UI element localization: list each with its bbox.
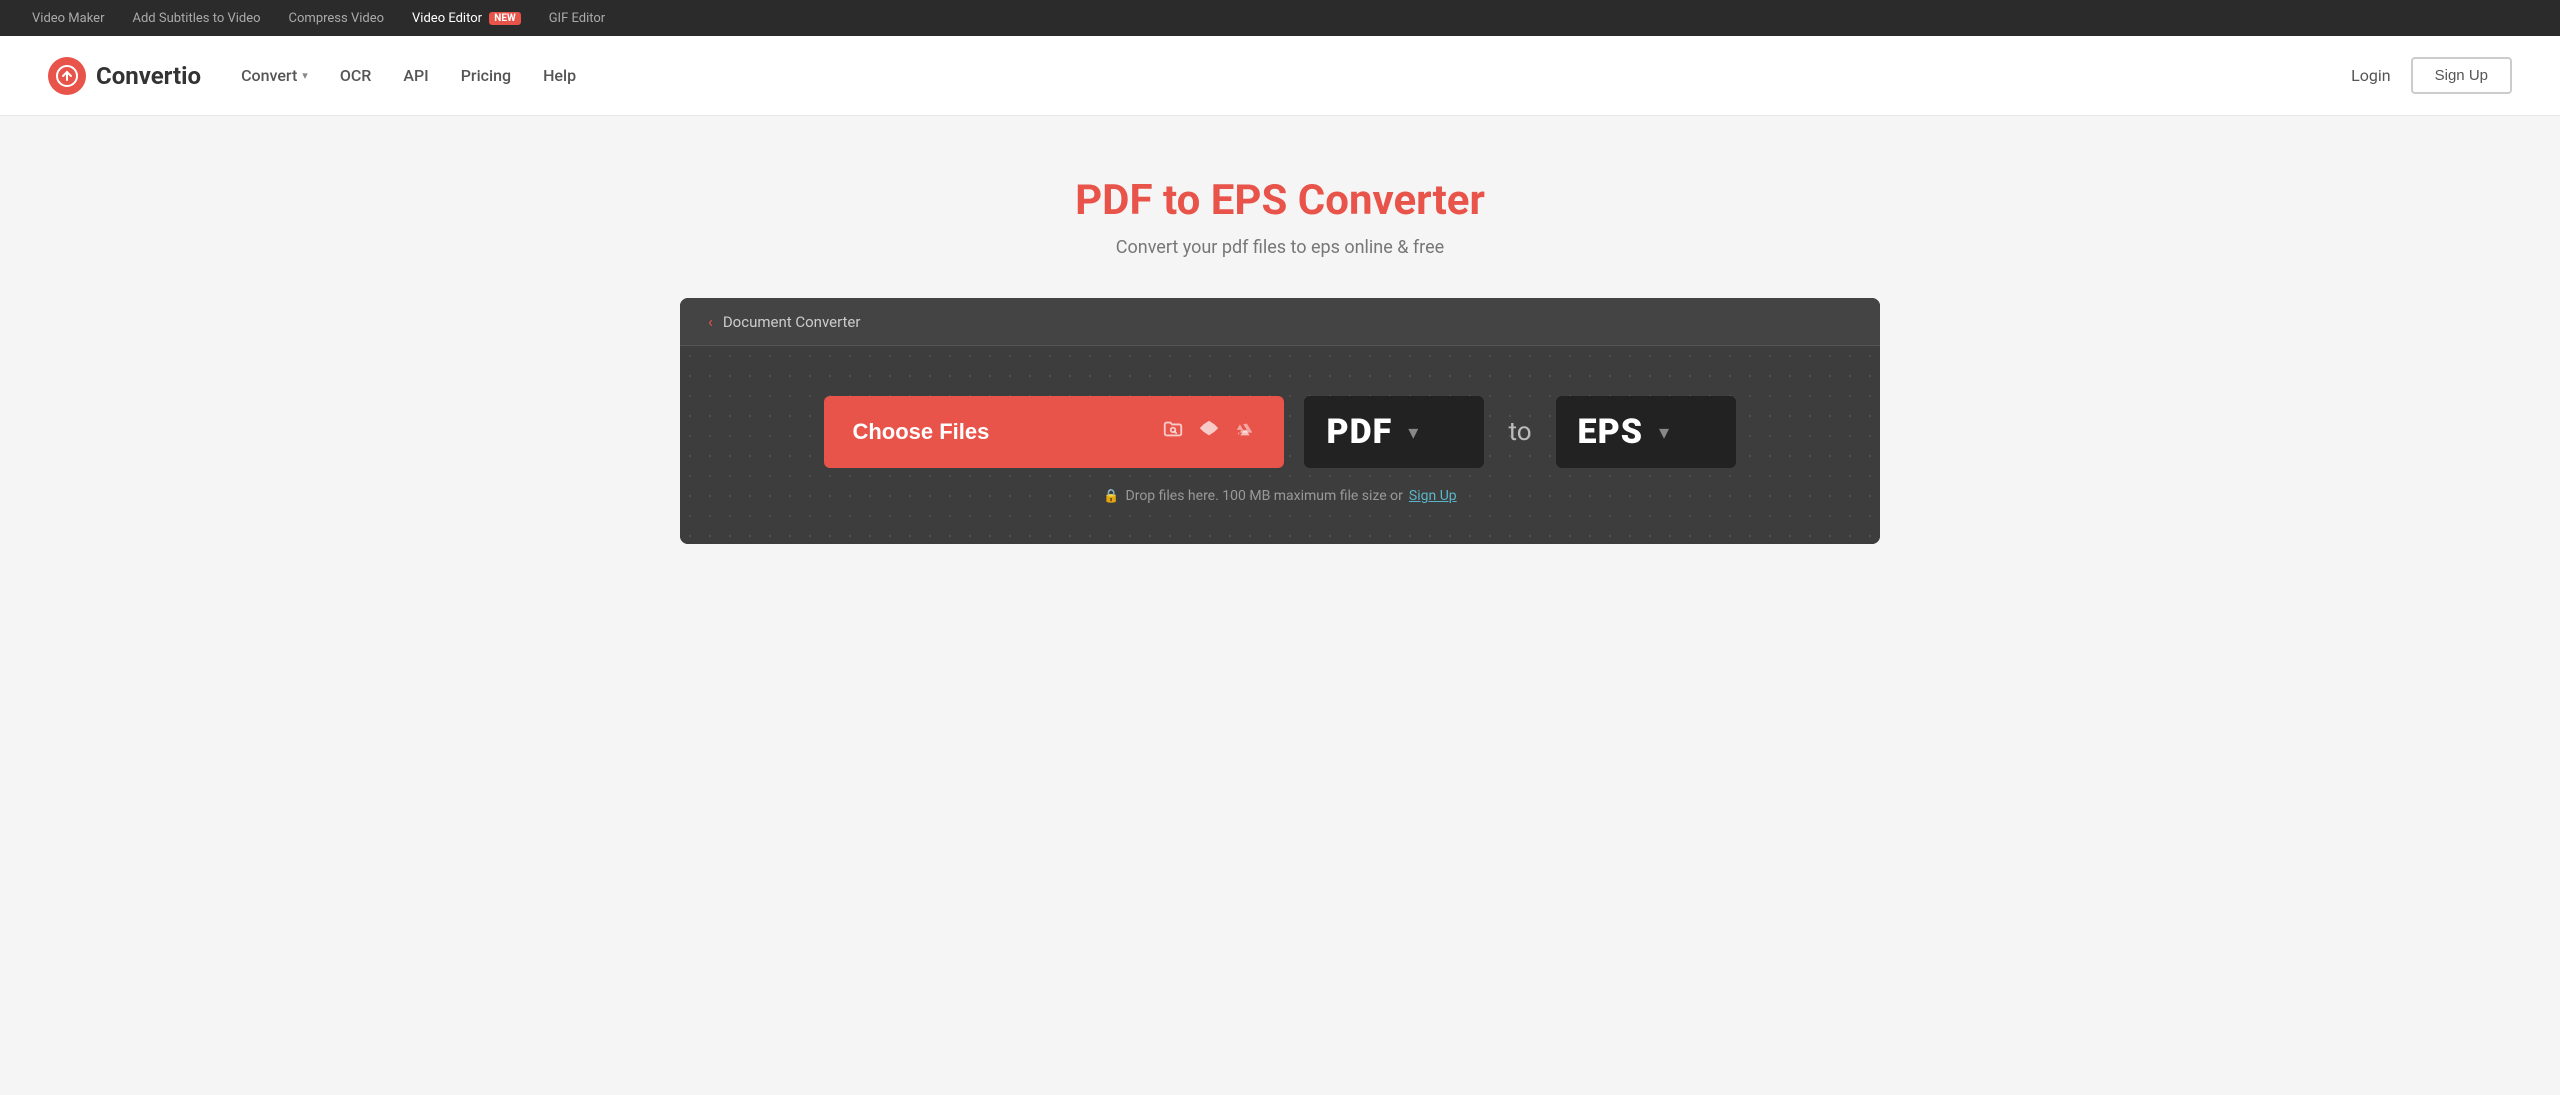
lock-icon: 🔒 bbox=[1103, 489, 1119, 504]
signup-link[interactable]: Sign Up bbox=[1409, 488, 1457, 504]
topbar-compress-video[interactable]: Compress Video bbox=[289, 11, 384, 26]
converter-box: ‹ Document Converter Choose Files bbox=[680, 298, 1880, 544]
topbar-add-subtitles[interactable]: Add Subtitles to Video bbox=[132, 11, 260, 26]
choose-files-label: Choose Files bbox=[852, 419, 989, 445]
chevron-left-icon: ‹ bbox=[708, 312, 713, 331]
from-format-label: PDF bbox=[1326, 412, 1392, 452]
logo-icon bbox=[48, 57, 86, 95]
new-badge: NEW bbox=[489, 12, 520, 25]
converter-controls: Choose Files bbox=[720, 396, 1840, 468]
to-label: to bbox=[1508, 417, 1531, 447]
nav-help[interactable]: Help bbox=[543, 66, 576, 85]
to-format-selector[interactable]: EPS ▾ bbox=[1556, 396, 1736, 468]
nav-ocr[interactable]: OCR bbox=[340, 66, 372, 85]
choose-files-button[interactable]: Choose Files bbox=[824, 396, 1284, 468]
topbar: Video Maker Add Subtitles to Video Compr… bbox=[0, 0, 2560, 36]
page-title: PDF to EPS Converter bbox=[20, 176, 2540, 225]
nav-convert[interactable]: Convert ▾ bbox=[241, 66, 308, 85]
nav-api[interactable]: API bbox=[403, 66, 428, 85]
googledrive-icon bbox=[1234, 418, 1256, 446]
topbar-video-maker[interactable]: Video Maker bbox=[32, 11, 104, 26]
dropbox-icon bbox=[1198, 418, 1220, 446]
convert-chevron-icon: ▾ bbox=[302, 69, 308, 82]
btn-icons bbox=[1162, 418, 1256, 446]
converter-header-label: Document Converter bbox=[723, 313, 861, 331]
nav-pricing[interactable]: Pricing bbox=[461, 66, 511, 85]
from-format-selector[interactable]: PDF ▾ bbox=[1304, 396, 1484, 468]
nav-links: Convert ▾ OCR API Pricing Help bbox=[241, 66, 576, 85]
hero-subtitle: Convert your pdf files to eps online & f… bbox=[20, 237, 2540, 258]
to-format-label: EPS bbox=[1578, 412, 1643, 452]
converter-wrapper: ‹ Document Converter Choose Files bbox=[0, 298, 2560, 604]
from-format-chevron-icon: ▾ bbox=[1408, 420, 1418, 444]
hero-section: PDF to EPS Converter Convert your pdf fi… bbox=[0, 116, 2560, 298]
navbar: Convertio Convert ▾ OCR API Pricing Help… bbox=[0, 36, 2560, 116]
signup-button[interactable]: Sign Up bbox=[2411, 57, 2512, 94]
converter-header: ‹ Document Converter bbox=[680, 298, 1880, 346]
logo[interactable]: Convertio bbox=[48, 57, 201, 95]
login-link[interactable]: Login bbox=[2351, 66, 2390, 85]
topbar-video-editor[interactable]: Video Editor NEW bbox=[412, 11, 521, 26]
topbar-gif-editor[interactable]: GIF Editor bbox=[549, 11, 606, 26]
navbar-right: Login Sign Up bbox=[2351, 57, 2512, 94]
to-format-chevron-icon: ▾ bbox=[1659, 420, 1669, 444]
drop-info-text: Drop files here. 100 MB maximum file siz… bbox=[1126, 488, 1403, 504]
logo-text: Convertio bbox=[96, 62, 201, 90]
folder-search-icon bbox=[1162, 418, 1184, 446]
drop-info: 🔒 Drop files here. 100 MB maximum file s… bbox=[1103, 488, 1456, 504]
converter-body: Choose Files bbox=[680, 346, 1880, 544]
